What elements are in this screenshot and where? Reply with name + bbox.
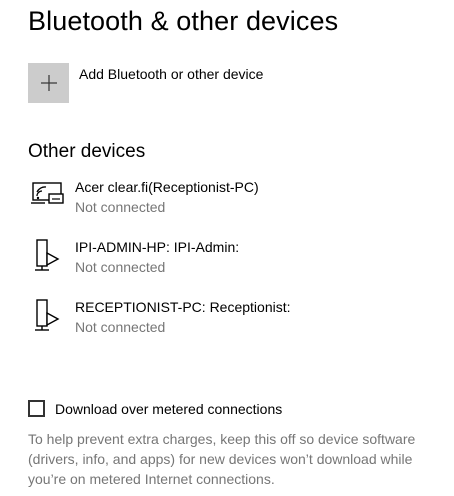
device-item-ipi-admin[interactable]: IPI-ADMIN-HP: IPI-Admin: Not connected [28, 239, 239, 279]
plus-icon [40, 75, 57, 91]
device-status: Not connected [75, 199, 166, 215]
device-status: Not connected [75, 259, 166, 275]
metered-download-option[interactable]: Download over metered connections [28, 400, 282, 417]
other-devices-heading: Other devices [28, 141, 146, 162]
metered-download-label: Download over metered connections [55, 400, 283, 417]
metered-help-text: To help prevent extra charges, keep this… [28, 431, 416, 487]
device-name: RECEPTIONIST-PC: Receptionist: [75, 299, 291, 315]
wireless-display-icon [31, 182, 64, 204]
device-item-acer[interactable]: Acer clear.fi(Receptionist-PC) Not conne… [28, 179, 259, 219]
device-name: IPI-ADMIN-HP: IPI-Admin: [75, 239, 240, 255]
add-device-label: Add Bluetooth or other device [79, 66, 264, 82]
add-device-button[interactable]: Add Bluetooth or other device [28, 63, 263, 103]
device-status: Not connected [75, 319, 166, 335]
device-name: Acer clear.fi(Receptionist-PC) [75, 179, 259, 195]
media-device-icon [35, 239, 60, 271]
media-device-icon [35, 299, 60, 331]
add-device-tile[interactable] [28, 63, 69, 103]
metered-download-checkbox[interactable] [28, 400, 45, 417]
page-title: Bluetooth & other devices [28, 6, 339, 36]
device-item-receptionist-pc[interactable]: RECEPTIONIST-PC: Receptionist: Not conne… [28, 299, 291, 339]
